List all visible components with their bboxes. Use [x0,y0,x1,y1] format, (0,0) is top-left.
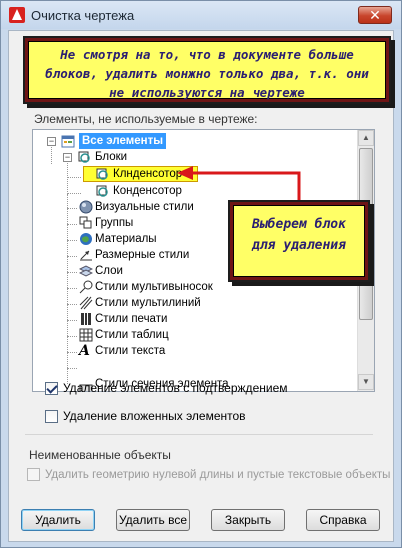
tree-item-text-styles[interactable]: A Стили текста [33,343,353,359]
callout-annotation: Выберем блок для удаления [228,200,370,282]
callout-annotation-text: Выберем блок для удаления [233,205,365,277]
text-styles-icon: A [79,343,90,359]
confirm-purge-checkbox[interactable] [45,382,58,396]
mline-styles-icon [79,296,93,310]
all-items-icon [61,134,75,148]
autocad-logo-icon [9,7,25,23]
tree-item-label: Стили мультилиний [95,297,201,309]
groups-icon [79,216,93,230]
blocks-icon [77,150,91,164]
tree-item-label: Все элементы [79,133,167,149]
tree-item-table-styles[interactable]: Стили таблиц [33,327,353,343]
tree-item-label: Стили печати [95,313,168,325]
tree-item-label: Стили таблиц [95,329,169,341]
purge-all-button[interactable]: Удалить все [116,509,190,531]
title-bar: Очистка чертежа ✕ [1,1,401,29]
close-button[interactable]: Закрыть [211,509,285,531]
scroll-up-arrow-icon[interactable]: ▲ [358,130,374,146]
tree-item-mline-styles[interactable]: Стили мультилиний [33,295,353,311]
note-annotation-text: Не смотря на то, что в документе больше … [28,41,386,100]
tree-item-label: Конденсотор [113,185,182,197]
tree-item-label: Слои [95,265,123,277]
plot-styles-icon [79,312,93,326]
tree-item-label: Стили мультивыносок [95,281,213,293]
close-window-button[interactable]: ✕ [358,6,392,24]
tree-section-label: Элементы, не используемые в чертеже: [34,112,258,126]
tree-item-label: Блоки [95,151,128,163]
confirm-purge-label: Удаление элементов с подтверждением [63,381,288,395]
purge-nested-checkbox[interactable] [45,410,58,424]
help-button[interactable]: Справка [306,509,380,531]
confirm-purge-checkbox-row[interactable]: Удаление элементов с подтверждением [45,381,288,397]
collapse-icon[interactable]: − [47,137,56,146]
window-title: Очистка чертежа [31,8,135,23]
purge-nested-checkbox-row[interactable]: Удаление вложенных элементов [45,409,246,425]
tree-item-label: Размерные стили [95,249,190,261]
tree-item-label: Стили текста [95,345,166,357]
unnamed-objects-title: Неименованные объекты [29,448,171,462]
zero-geometry-checkbox [27,468,40,482]
zero-geometry-label: Удалить геометрию нулевой длины и пустые… [45,469,391,481]
block-item-icon [95,184,109,198]
collapse-icon[interactable]: − [63,153,72,162]
zero-geometry-checkbox-row: Удалить геометрию нулевой длины и пустые… [27,468,390,484]
purge-button[interactable]: Удалить [21,509,95,531]
note-annotation: Не смотря на то, что в документе больше … [23,36,391,104]
tree-item-label: Материалы [95,233,157,245]
scroll-down-arrow-icon[interactable]: ▼ [358,374,374,390]
visual-styles-icon [79,200,93,214]
purge-nested-label: Удаление вложенных элементов [63,409,246,423]
dimension-styles-icon [79,248,93,262]
block-item-icon [95,167,109,181]
table-styles-icon [79,328,93,342]
materials-icon [79,232,93,246]
group-divider [25,434,373,435]
dialog-body: Не смотря на то, что в документе больше … [8,30,394,542]
tree-item-label: Клнденсотор [113,168,183,180]
tree-item-all[interactable]: − Все элементы [33,133,353,149]
multileader-styles-icon [79,280,93,294]
purge-dialog: Очистка чертежа ✕ Не смотря на то, что в… [0,0,402,548]
tree-item-label: Группы [95,217,134,229]
tree-item-plot-styles[interactable]: Стили печати [33,311,353,327]
tree-item-blocks[interactable]: − Блоки [33,149,353,165]
layers-icon [78,264,94,278]
